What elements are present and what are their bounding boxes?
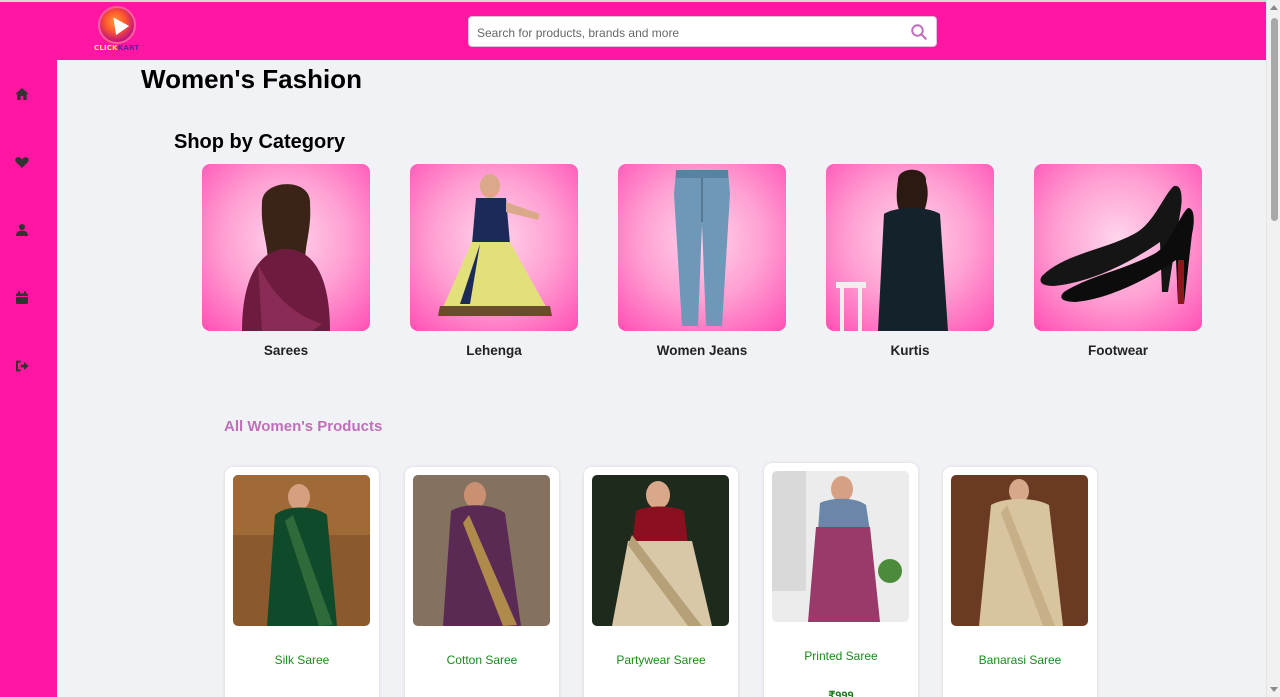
product-name: Cotton Saree	[446, 653, 518, 667]
user-icon[interactable]	[14, 222, 30, 238]
category-card-lehenga[interactable]: Lehenga	[410, 164, 578, 358]
category-image	[826, 164, 994, 331]
scrollbar-thumb[interactable]	[1271, 18, 1278, 221]
category-label: Sarees	[263, 343, 309, 358]
scroll-up-icon[interactable]	[1270, 5, 1278, 10]
product-card-partywear-saree[interactable]: Partywear Saree	[584, 467, 738, 697]
category-card-kurtis[interactable]: Kurtis	[826, 164, 994, 358]
category-image	[1034, 164, 1202, 331]
product-image	[233, 475, 370, 626]
product-image	[413, 475, 550, 626]
search-bar	[468, 16, 937, 47]
calendar-icon[interactable]	[14, 290, 30, 306]
category-card-footwear[interactable]: Footwear	[1034, 164, 1202, 358]
product-card-banarasi-saree[interactable]: Banarasi Saree	[943, 467, 1097, 697]
all-products-heading: All Women's Products	[224, 418, 383, 435]
product-card-silk-saree[interactable]: Silk Saree	[225, 467, 379, 697]
category-card-women-jeans[interactable]: Women Jeans	[618, 164, 786, 358]
product-card-printed-saree[interactable]: Printed Saree ₹999	[764, 463, 918, 697]
category-card-sarees[interactable]: Sarees	[202, 164, 370, 358]
logo-wordmark: CLICKKART	[94, 44, 140, 52]
search-icon[interactable]	[910, 23, 928, 41]
product-image	[772, 471, 909, 622]
category-label: Women Jeans	[656, 343, 748, 358]
heart-icon[interactable]	[14, 154, 30, 170]
search-input[interactable]	[477, 23, 897, 43]
logout-icon[interactable]	[14, 358, 30, 374]
category-label: Kurtis	[890, 343, 930, 358]
page-title: Women's Fashion	[141, 64, 362, 94]
shop-by-category-heading: Shop by Category	[174, 131, 346, 153]
product-price: ₹999	[828, 690, 854, 697]
category-image	[410, 164, 578, 331]
category-image	[618, 164, 786, 331]
sidebar	[0, 60, 57, 697]
product-name: Silk Saree	[274, 653, 330, 667]
product-card-cotton-saree[interactable]: Cotton Saree	[405, 467, 559, 697]
product-image	[951, 475, 1088, 626]
product-name: Partywear Saree	[616, 653, 706, 667]
top-bar: CLICKKART	[0, 0, 1266, 60]
category-image	[202, 164, 370, 331]
scroll-down-icon[interactable]	[1270, 687, 1278, 692]
product-name: Printed Saree	[804, 649, 878, 663]
category-label: Lehenga	[466, 343, 522, 358]
page-scrollbar[interactable]	[1266, 0, 1280, 697]
clickkart-logo[interactable]: CLICKKART	[94, 6, 142, 54]
product-image	[592, 475, 729, 626]
category-label: Footwear	[1087, 343, 1148, 358]
home-icon[interactable]	[14, 86, 30, 102]
product-name: Banarasi Saree	[978, 653, 1062, 667]
